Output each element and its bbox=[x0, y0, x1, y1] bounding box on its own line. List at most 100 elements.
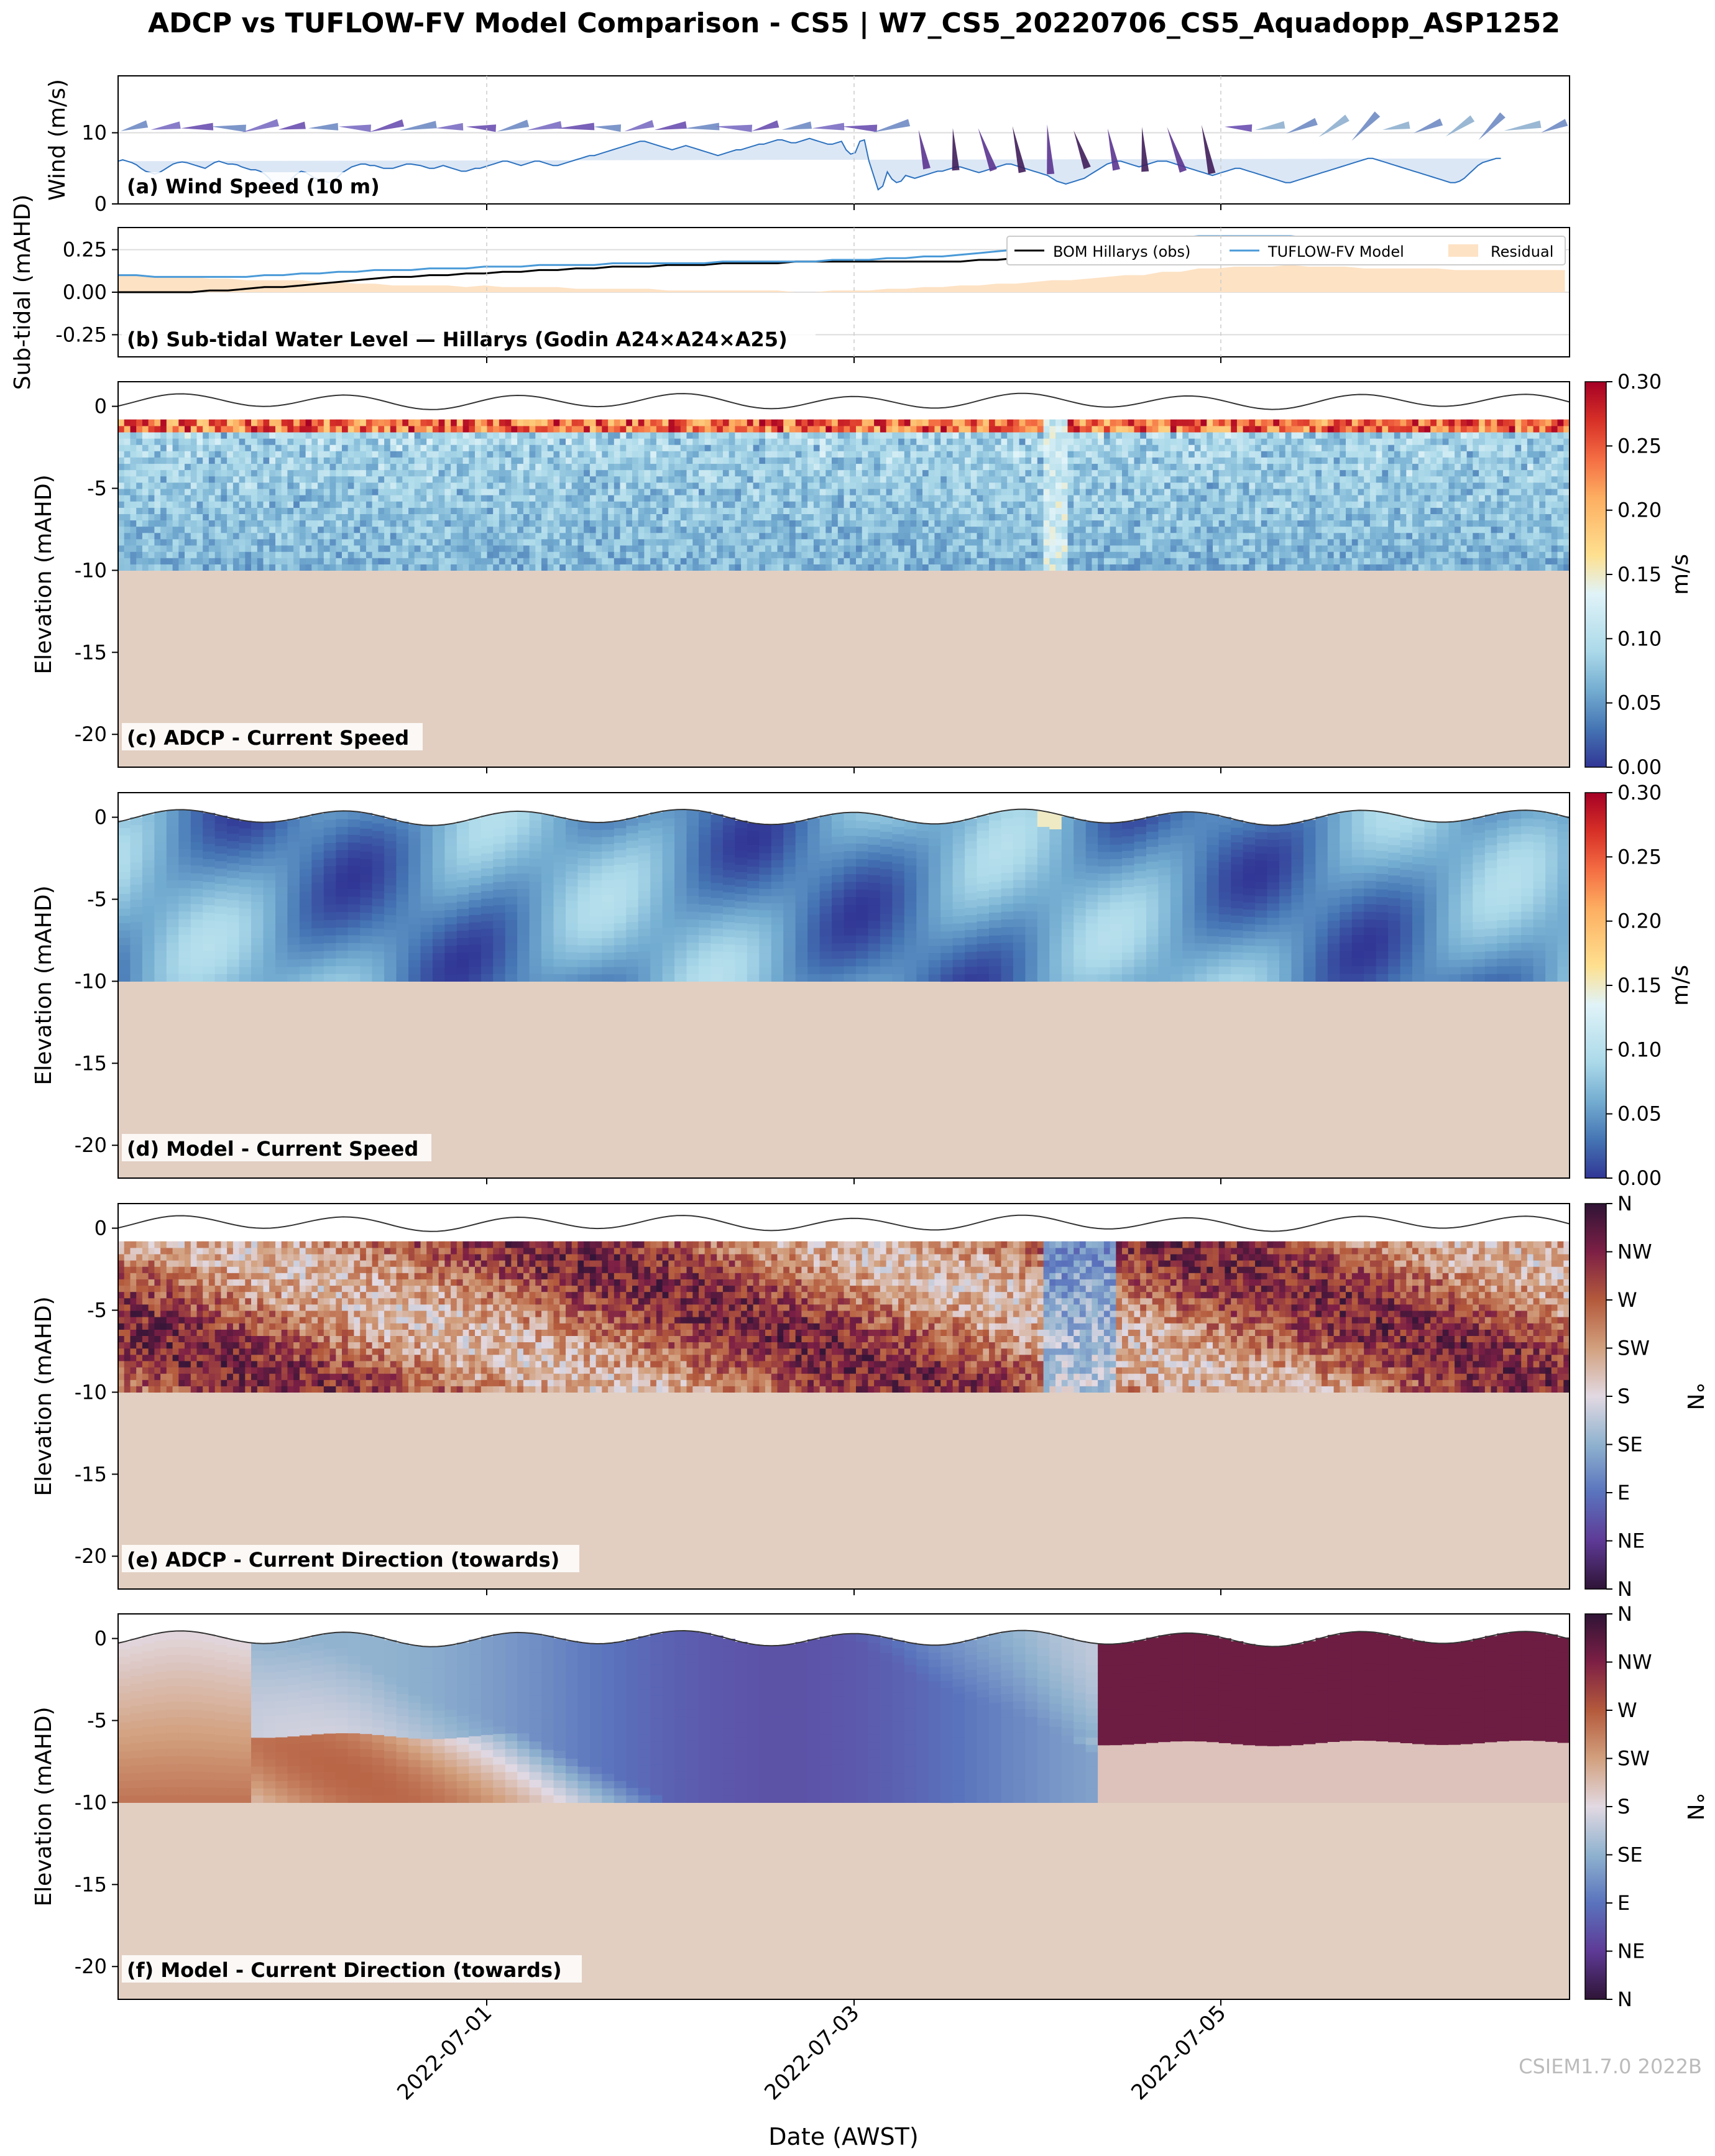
heatmap-cell bbox=[1309, 419, 1316, 426]
heatmap-cell bbox=[239, 451, 246, 458]
heatmap-cell bbox=[1346, 538, 1353, 546]
heatmap-cell bbox=[275, 451, 282, 458]
heatmap-cell bbox=[251, 463, 258, 471]
heatmap-cell bbox=[1176, 469, 1183, 477]
heatmap-cell bbox=[1346, 526, 1353, 533]
heatmap-cell bbox=[142, 445, 149, 451]
heatmap-cell bbox=[1279, 482, 1286, 489]
heatmap-cell bbox=[717, 451, 724, 458]
heatmap-cell bbox=[1340, 507, 1346, 514]
heatmap-cell bbox=[644, 451, 651, 458]
heatmap-cell bbox=[952, 501, 959, 508]
heatmap-cell bbox=[602, 514, 609, 521]
heatmap-cell bbox=[620, 564, 627, 571]
heatmap-cell bbox=[668, 501, 675, 508]
heatmap-cell bbox=[674, 532, 681, 540]
heatmap-cell bbox=[354, 551, 361, 558]
heatmap-cell bbox=[390, 445, 397, 451]
heatmap-cell bbox=[632, 431, 639, 439]
heatmap-cell bbox=[493, 564, 500, 571]
heatmap-cell bbox=[1213, 431, 1220, 439]
heatmap-cell bbox=[946, 564, 954, 571]
heatmap-cell bbox=[813, 469, 821, 477]
wind-arrow bbox=[1478, 112, 1506, 141]
heatmap-cell bbox=[892, 425, 899, 433]
heatmap-cell bbox=[995, 425, 1001, 433]
heatmap-cell bbox=[1001, 425, 1008, 433]
heatmap-cell bbox=[1170, 469, 1177, 477]
heatmap-cell bbox=[172, 488, 179, 495]
heatmap-cell bbox=[1189, 526, 1195, 533]
heatmap-cell bbox=[608, 526, 615, 533]
heatmap-cell bbox=[1194, 451, 1202, 458]
heatmap-cell bbox=[801, 419, 808, 426]
heatmap-cell bbox=[608, 514, 615, 521]
heatmap-cell bbox=[1200, 419, 1207, 426]
heatmap-cell bbox=[1333, 545, 1340, 552]
heatmap-cell bbox=[614, 495, 621, 502]
heatmap-cell bbox=[1297, 532, 1304, 540]
heatmap-cell bbox=[480, 482, 488, 489]
heatmap-cell bbox=[1025, 445, 1032, 451]
heatmap-cell bbox=[118, 451, 125, 458]
heatmap-cell bbox=[765, 469, 772, 477]
heatmap-cell bbox=[172, 501, 179, 508]
heatmap-cell bbox=[1261, 495, 1268, 502]
heatmap-cell bbox=[1346, 463, 1353, 471]
heatmap-cell bbox=[1346, 551, 1353, 558]
heatmap-cell bbox=[1158, 532, 1165, 540]
heatmap-cell bbox=[959, 545, 965, 552]
heatmap-cell bbox=[480, 451, 488, 458]
heatmap-cell bbox=[916, 501, 923, 508]
heatmap-cell bbox=[795, 425, 802, 433]
heatmap-cell bbox=[185, 558, 191, 564]
heatmap-cell bbox=[1031, 451, 1038, 458]
heatmap-cell bbox=[977, 551, 983, 558]
heatmap-cell bbox=[1182, 564, 1189, 571]
heatmap-cell bbox=[868, 425, 875, 433]
heatmap-cell bbox=[232, 419, 240, 426]
heatmap-cell bbox=[668, 451, 675, 458]
heatmap-cell bbox=[1164, 538, 1171, 546]
heatmap-cell bbox=[904, 463, 911, 471]
heatmap-cell bbox=[214, 501, 221, 508]
heatmap-cell bbox=[1007, 532, 1014, 540]
heatmap-cell bbox=[1322, 520, 1328, 527]
heatmap-cell bbox=[584, 501, 591, 508]
heatmap-cell bbox=[172, 451, 179, 458]
heatmap-cell bbox=[396, 438, 403, 445]
heatmap-cell bbox=[166, 451, 173, 458]
heatmap-cell bbox=[1176, 488, 1183, 495]
heatmap-cell bbox=[541, 514, 548, 521]
heatmap-cell bbox=[1164, 564, 1171, 571]
heatmap-cell bbox=[832, 526, 839, 533]
heatmap-cell bbox=[1182, 469, 1189, 477]
heatmap-cell bbox=[886, 425, 893, 433]
heatmap-cell bbox=[1116, 532, 1123, 540]
heatmap-cell bbox=[880, 501, 887, 508]
heatmap-cell bbox=[789, 558, 796, 564]
heatmap-cell bbox=[577, 538, 584, 546]
heatmap-cell bbox=[789, 495, 796, 502]
heatmap-cell bbox=[1049, 451, 1056, 458]
heatmap-cell bbox=[910, 463, 917, 471]
heatmap-cell bbox=[287, 438, 294, 445]
heatmap-cell bbox=[638, 526, 645, 533]
heatmap-cell bbox=[360, 419, 367, 426]
heatmap-cell bbox=[602, 431, 609, 439]
heatmap-cell bbox=[1116, 451, 1123, 458]
heatmap-cell bbox=[692, 520, 699, 527]
heatmap-cell bbox=[1128, 425, 1135, 433]
heatmap-cell bbox=[1285, 551, 1292, 558]
heatmap-cell bbox=[487, 419, 494, 426]
heatmap-cell bbox=[571, 463, 578, 471]
heatmap-cell bbox=[1007, 538, 1014, 546]
heatmap-cell bbox=[686, 488, 693, 495]
heatmap-cell bbox=[868, 419, 875, 426]
heatmap-cell bbox=[547, 501, 554, 508]
heatmap-cell bbox=[1031, 419, 1038, 426]
heatmap-cell bbox=[190, 476, 198, 483]
heatmap-cell bbox=[638, 482, 645, 489]
heatmap-cell bbox=[456, 482, 464, 489]
heatmap-cell bbox=[644, 495, 651, 502]
